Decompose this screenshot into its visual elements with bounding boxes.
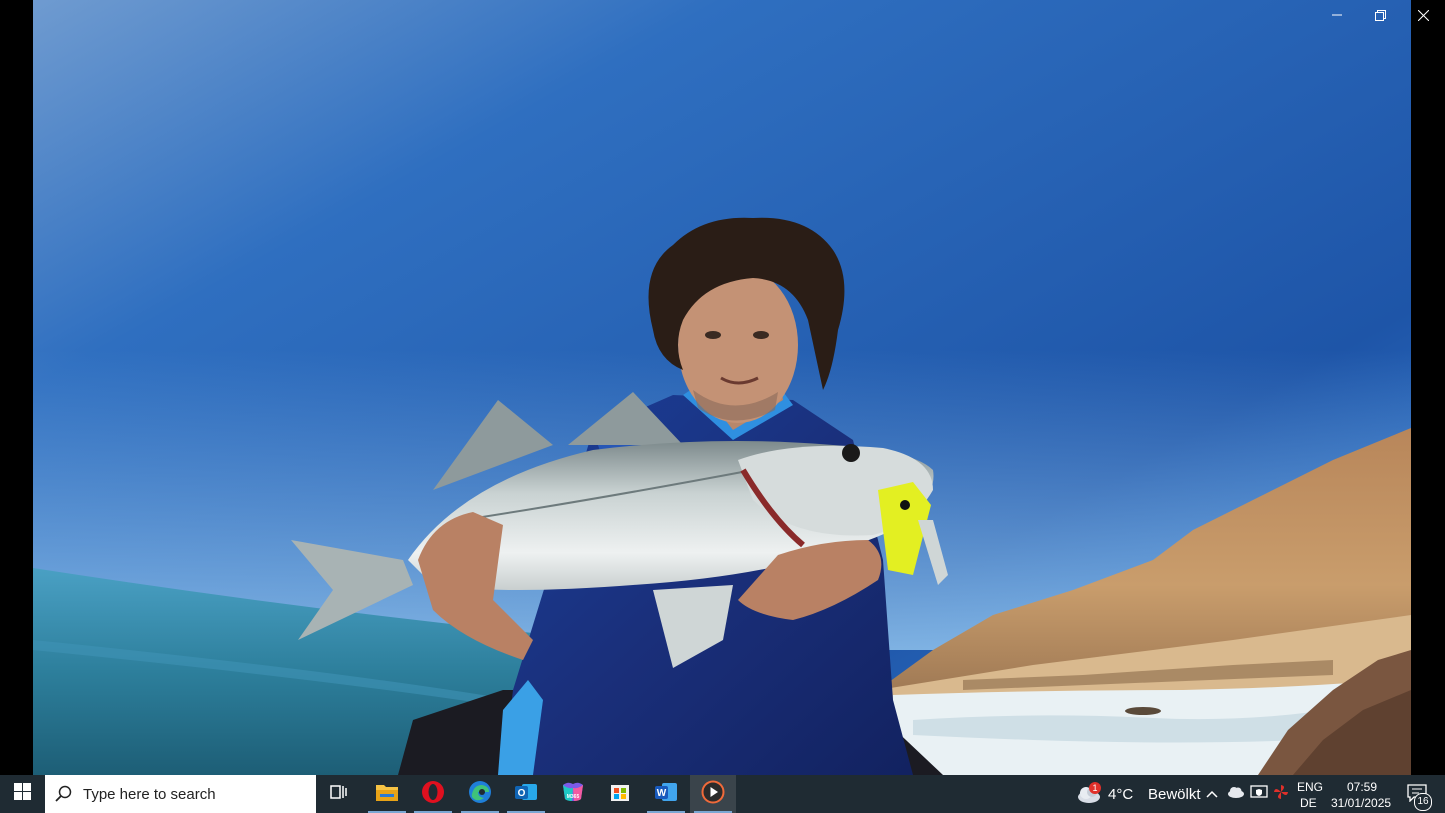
onedrive-cloud-icon — [1227, 785, 1245, 803]
task-view-icon — [330, 783, 348, 806]
word-icon: W — [654, 781, 678, 808]
weather-temperature: 4°C — [1108, 786, 1134, 803]
outlook-button[interactable]: O — [503, 775, 549, 813]
search-placeholder: Type here to search — [83, 785, 216, 803]
clock[interactable]: 07:59 31/01/2025 — [1327, 777, 1395, 811]
store-icon — [609, 781, 631, 808]
svg-text:O: O — [518, 788, 526, 799]
windows-logo-icon — [14, 783, 31, 805]
photo-viewer-window — [0, 0, 1445, 775]
monitor-shield-icon — [1250, 784, 1268, 805]
minimize-icon — [1332, 10, 1342, 20]
language-line2: DE — [1300, 796, 1317, 810]
minimize-button[interactable] — [1315, 0, 1359, 30]
close-button[interactable] — [1401, 0, 1445, 30]
m365-label: M365 — [567, 794, 580, 800]
photo-image[interactable] — [33, 0, 1411, 775]
security-tray-button[interactable] — [1249, 784, 1269, 804]
pinwheel-icon — [1273, 784, 1289, 805]
file-explorer-button[interactable] — [364, 775, 410, 813]
system-tray: 1 4°C Bewölkt ENG DE 07:59 31/01/2025 16 — [1072, 775, 1445, 813]
weather-alert-badge: 1 — [1089, 782, 1101, 794]
task-view-button[interactable] — [316, 775, 362, 813]
onedrive-tray-button[interactable] — [1226, 784, 1246, 804]
search-icon — [55, 785, 73, 803]
restore-icon — [1374, 9, 1386, 21]
edge-icon — [468, 780, 492, 809]
opera-button[interactable] — [410, 775, 456, 813]
restore-button[interactable] — [1358, 0, 1402, 30]
word-button[interactable]: W — [643, 775, 689, 813]
taskbar: Type here to search O M365 W 1 4°C Bewöl… — [0, 775, 1445, 813]
chevron-up-icon — [1206, 785, 1218, 803]
clock-date: 31/01/2025 — [1331, 796, 1392, 810]
m365-button[interactable]: M365 — [550, 775, 596, 813]
language-line1: ENG — [1297, 780, 1324, 794]
weather-condition: Bewölkt — [1148, 786, 1201, 803]
clock-time: 07:59 — [1347, 780, 1378, 794]
m365-icon: M365 — [560, 781, 586, 808]
show-hidden-icons-button[interactable] — [1202, 784, 1222, 804]
store-button[interactable] — [597, 775, 643, 813]
edge-button[interactable] — [457, 775, 503, 813]
search-box[interactable]: Type here to search — [45, 775, 316, 813]
media-player-button[interactable] — [690, 775, 736, 813]
svg-text:W: W — [657, 788, 667, 799]
weather-widget[interactable]: 1 4°C Bewölkt — [1072, 775, 1201, 813]
media-player-icon — [701, 780, 725, 809]
input-language-indicator[interactable]: ENG DE — [1294, 777, 1324, 811]
close-icon — [1417, 9, 1429, 21]
app-tray-button[interactable] — [1271, 784, 1291, 804]
opera-icon — [421, 780, 445, 809]
file-explorer-icon — [375, 782, 399, 807]
notification-count-badge: 16 — [1414, 793, 1432, 811]
notification-center-button[interactable]: 16 — [1403, 779, 1437, 811]
outlook-icon: O — [514, 781, 538, 808]
start-button[interactable] — [0, 775, 45, 813]
